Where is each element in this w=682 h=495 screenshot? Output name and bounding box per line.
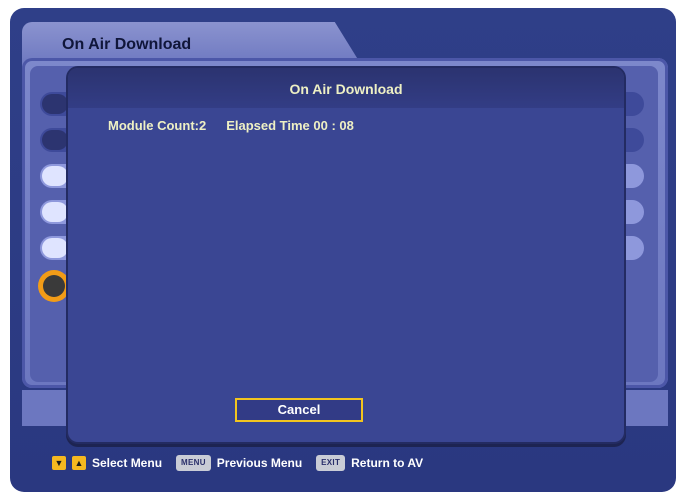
menu-title: On Air Download — [62, 36, 192, 53]
menu-item-selected[interactable] — [38, 270, 70, 302]
elapsed-time: Elapsed Time 00 : 08 — [226, 118, 354, 133]
arrow-down-icon: ▼ — [52, 456, 66, 470]
arrow-up-icon: ▲ — [72, 456, 86, 470]
select-menu-label: Select Menu — [92, 456, 163, 470]
exit-key-icon: EXIT — [316, 455, 346, 471]
return-to-av-label: Return to AV — [351, 456, 424, 470]
selected-item-icon — [43, 275, 65, 297]
menu-item-icon — [42, 238, 68, 258]
footer-help: ▼ ▲ Select Menu MENU Previous Menu EXIT … — [52, 452, 423, 474]
module-count: Module Count:2 — [108, 118, 207, 133]
cancel-button[interactable]: Cancel — [235, 398, 363, 422]
dialog-title: On Air Download — [289, 81, 403, 97]
menu-item-icon — [42, 202, 68, 222]
download-status: Module Count:2 Elapsed Time 00 : 08 — [108, 118, 354, 133]
elapsed-value: 00 : 08 — [313, 118, 354, 133]
previous-menu-label: Previous Menu — [216, 456, 303, 470]
menu-item-icon — [42, 130, 68, 150]
download-dialog: On Air Download Module Count:2 Elapsed T… — [68, 68, 624, 442]
elapsed-label: Elapsed Time — [226, 118, 310, 133]
menu-item-icon — [42, 166, 68, 186]
menu-item-icon — [42, 94, 68, 114]
menu-key-icon: MENU — [176, 455, 211, 471]
